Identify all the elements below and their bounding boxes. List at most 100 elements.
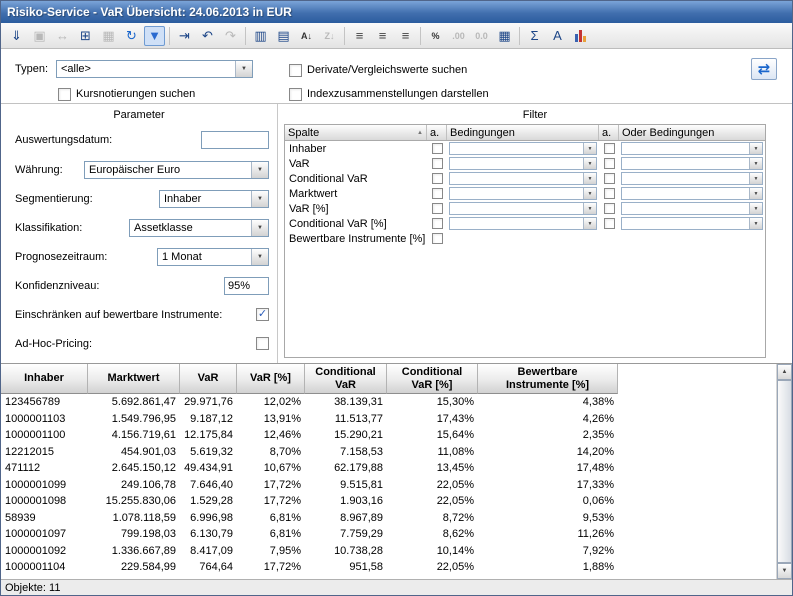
table-row[interactable]: 589391.078.118,596.996,986,81%8.967,898,…: [1, 510, 792, 527]
table-row[interactable]: 1234567895.692.861,4729.971,7612,02%38.1…: [1, 394, 792, 411]
percent-icon[interactable]: %: [425, 26, 446, 46]
font-icon[interactable]: A: [547, 26, 568, 46]
columns-icon[interactable]: ▥: [250, 26, 271, 46]
prognosezeitraum-dropdown[interactable]: 1 Monat ▼: [157, 248, 269, 266]
table-cell: 1.078.118,59: [88, 510, 180, 527]
filter-and-checkbox[interactable]: [432, 173, 443, 184]
table-row[interactable]: 1000001097799.198,036.130,796,81%7.759,2…: [1, 526, 792, 543]
table-cell: 13,45%: [387, 460, 478, 477]
filter-row-label: VaR [%]: [285, 201, 427, 216]
table-cell: 22,05%: [387, 559, 478, 576]
column-header[interactable]: Conditional VaR [%]: [387, 364, 478, 394]
filter-and-checkbox[interactable]: [432, 233, 443, 244]
filter-column-oder-bedingungen[interactable]: Oder Bedingungen: [619, 125, 765, 140]
table-row[interactable]: 1000001104229.584,99764,6417,72%951,5822…: [1, 559, 792, 576]
table-cell: 17,72%: [237, 477, 305, 494]
refresh-button[interactable]: ⇄: [751, 58, 777, 80]
bedingungen-dropdown[interactable]: ▼: [449, 142, 597, 155]
filter-row-label: Inhaber: [285, 141, 427, 156]
filter-row: VaR▼▼: [285, 156, 765, 171]
kursnotierungen-checkbox-row[interactable]: Kursnotierungen suchen: [58, 86, 195, 102]
kursnotierungen-checkbox[interactable]: [58, 88, 71, 101]
filter-or-checkbox[interactable]: [604, 143, 615, 154]
oder-bedingungen-dropdown[interactable]: ▼: [621, 187, 763, 200]
auswertungsdatum-input[interactable]: [201, 131, 269, 149]
table-cell: 14,20%: [478, 444, 618, 461]
konfidenzniveau-input[interactable]: [224, 277, 269, 295]
table-row[interactable]: 100000109815.255.830,061.529,2817,72%1.9…: [1, 493, 792, 510]
column-header[interactable]: VaR: [180, 364, 237, 394]
fit-window-icon[interactable]: ⊞: [75, 26, 96, 46]
bedingungen-dropdown[interactable]: ▼: [449, 217, 597, 230]
rows-icon[interactable]: ▤: [273, 26, 294, 46]
filter-and-checkbox[interactable]: [432, 203, 443, 214]
table-row[interactable]: 10000010921.336.667,898.417,097,95%10.73…: [1, 543, 792, 560]
align-right-icon[interactable]: ≡: [395, 26, 416, 46]
scroll-up-button[interactable]: ▲: [777, 364, 792, 380]
typen-dropdown[interactable]: <alle> ▼: [56, 60, 253, 78]
filter-or-checkbox[interactable]: [604, 188, 615, 199]
table-cell: 62.179,88: [305, 460, 387, 477]
oder-bedingungen-dropdown[interactable]: ▼: [621, 172, 763, 185]
format-grid-icon[interactable]: ▦: [494, 26, 515, 46]
rotate-left-icon[interactable]: ↶: [197, 26, 218, 46]
field-label: Konfidenzniveau:: [15, 277, 99, 295]
filter-column-bedingungen[interactable]: Bedingungen: [447, 125, 599, 140]
table-row[interactable]: 4711122.645.150,1249.434,9110,67%62.179,…: [1, 460, 792, 477]
align-center-icon[interactable]: ≡: [372, 26, 393, 46]
vertical-scrollbar[interactable]: ▲ ▼: [776, 364, 792, 579]
filter-and-checkbox[interactable]: [432, 188, 443, 199]
sum-icon[interactable]: Σ: [524, 26, 545, 46]
chevron-down-icon: ▼: [749, 173, 762, 184]
klassifikation-row: Klassifikation: Assetklasse ▼: [1, 219, 277, 237]
oder-bedingungen-dropdown[interactable]: ▼: [621, 217, 763, 230]
sort-ascending-icon[interactable]: A↓: [296, 26, 317, 46]
filter-column-and-2[interactable]: a.: [599, 125, 619, 140]
filter-column-and[interactable]: a.: [427, 125, 447, 140]
derivate-checkbox[interactable]: [289, 64, 302, 77]
adhoc-pricing-checkbox[interactable]: [256, 337, 269, 350]
table-row[interactable]: 1000001099249.106,787.646,4017,72%9.515,…: [1, 477, 792, 494]
filter-column-spalte[interactable]: Spalte ▲: [285, 125, 427, 140]
derivate-checkbox-row[interactable]: Derivate/Vergleichswerte suchen: [289, 62, 467, 78]
oder-bedingungen-dropdown[interactable]: ▼: [621, 157, 763, 170]
dropdown-value: [622, 218, 749, 229]
column-header[interactable]: Bewertbare Instrumente [%]: [478, 364, 618, 394]
scroll-down-button[interactable]: ▼: [777, 563, 792, 579]
column-header[interactable]: Marktwert: [88, 364, 180, 394]
oder-bedingungen-dropdown[interactable]: ▼: [621, 142, 763, 155]
table-row[interactable]: 10000011031.549.796,959.187,1213,91%11.5…: [1, 411, 792, 428]
chart-icon[interactable]: [570, 26, 591, 46]
filter-or-checkbox[interactable]: [604, 218, 615, 229]
segmentierung-dropdown[interactable]: Inhaber ▼: [159, 190, 269, 208]
table-row[interactable]: 10000011004.156.719,6112.175,8412,46%15.…: [1, 427, 792, 444]
oder-bedingungen-dropdown[interactable]: ▼: [621, 202, 763, 215]
scrollbar-thumb[interactable]: [777, 380, 792, 563]
filter-and-checkbox[interactable]: [432, 218, 443, 229]
filter-or-checkbox[interactable]: [604, 203, 615, 214]
filter-icon[interactable]: ▼: [144, 26, 165, 46]
column-header[interactable]: VaR [%]: [237, 364, 305, 394]
bedingungen-dropdown[interactable]: ▼: [449, 202, 597, 215]
bedingungen-dropdown[interactable]: ▼: [449, 157, 597, 170]
filter-and-checkbox[interactable]: [432, 143, 443, 154]
waehrung-dropdown[interactable]: Europäischer Euro ▼: [84, 161, 269, 179]
index-checkbox[interactable]: [289, 88, 302, 101]
index-checkbox-row[interactable]: Indexzusammenstellungen darstellen: [289, 86, 489, 102]
einschraenken-checkbox[interactable]: ✓: [256, 308, 269, 321]
bedingungen-dropdown[interactable]: ▼: [449, 172, 597, 185]
klassifikation-dropdown[interactable]: Assetklasse ▼: [129, 219, 269, 237]
export-icon[interactable]: ⇓: [6, 26, 27, 46]
column-header[interactable]: Conditional VaR: [305, 364, 387, 394]
align-left-icon[interactable]: ≡: [349, 26, 370, 46]
filter-and-checkbox[interactable]: [432, 158, 443, 169]
refresh-icon[interactable]: ↻: [121, 26, 142, 46]
column-header[interactable]: Inhaber: [1, 364, 88, 394]
table-row[interactable]: 12212015454.901,035.619,328,70%7.158,531…: [1, 444, 792, 461]
filter-row-label: Conditional VaR [%]: [285, 216, 427, 231]
filter-or-checkbox[interactable]: [604, 158, 615, 169]
bedingungen-dropdown[interactable]: ▼: [449, 187, 597, 200]
table-cell: 1,88%: [478, 559, 618, 576]
drilldown-icon[interactable]: ⇥: [174, 26, 195, 46]
filter-or-checkbox[interactable]: [604, 173, 615, 184]
